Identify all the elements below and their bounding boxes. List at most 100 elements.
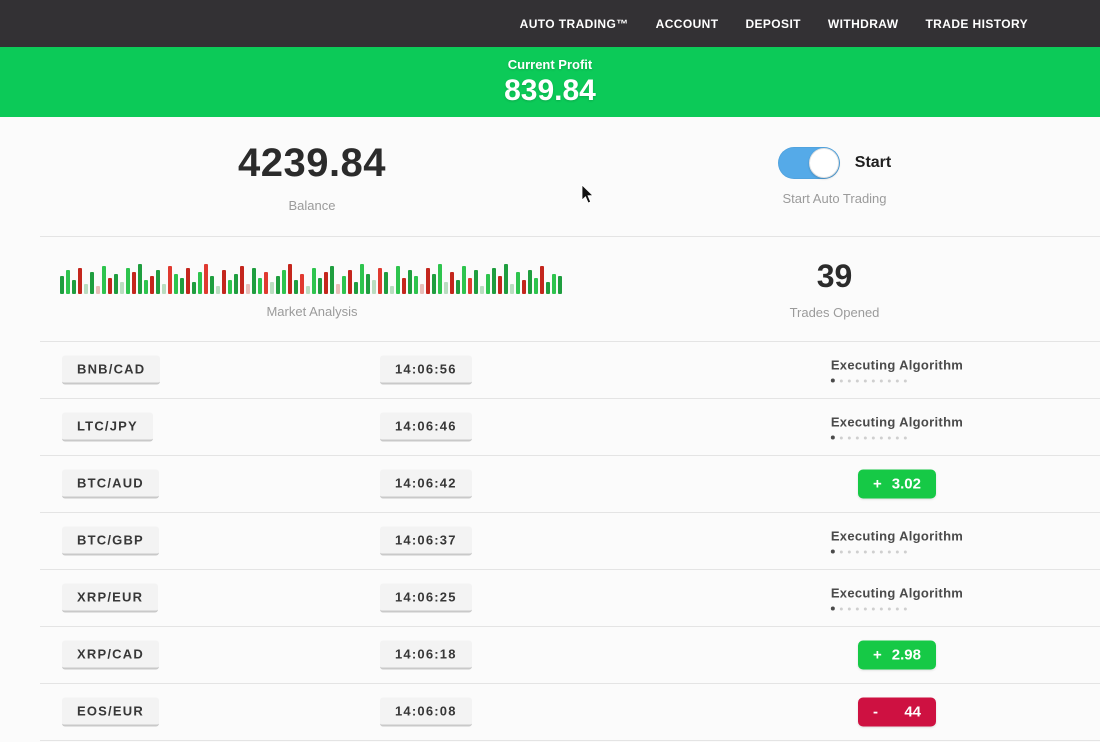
chart-bar <box>312 268 316 294</box>
trades-opened-block: 39 Trades Opened <box>624 237 1045 341</box>
start-auto-trading-toggle[interactable] <box>778 147 840 179</box>
chart-bar <box>78 268 82 294</box>
progress-dot <box>880 607 883 610</box>
chart-bar <box>420 284 424 294</box>
chart-bar <box>126 268 130 294</box>
progress-dot <box>888 436 891 439</box>
nav-trade-history[interactable]: TRADE HISTORY <box>925 17 1028 31</box>
chart-bar <box>180 278 184 294</box>
result-sign: - <box>873 704 878 721</box>
table-row: XRP/EUR 14:06:25 Executing Algorithm <box>0 570 1100 626</box>
chart-bar <box>228 280 232 294</box>
chart-bar <box>504 264 508 294</box>
progress-dots <box>831 607 963 611</box>
nav-withdraw[interactable]: WITHDRAW <box>828 17 899 31</box>
chart-bar <box>546 282 550 294</box>
chart-bar <box>294 280 298 294</box>
progress-dot <box>888 607 891 610</box>
nav-auto-trading[interactable]: AUTO TRADING™ <box>520 17 629 31</box>
executing-status: Executing Algorithm <box>831 529 963 554</box>
chart-bar <box>132 272 136 294</box>
chart-bar <box>366 274 370 294</box>
progress-dot <box>872 607 875 610</box>
chart-bar <box>330 266 334 294</box>
result-badge: + 2.98 <box>858 641 936 670</box>
chart-bar <box>174 274 178 294</box>
progress-dot <box>831 436 835 440</box>
result-badge: + 3.02 <box>858 470 936 499</box>
chart-bar <box>372 280 376 294</box>
progress-dot <box>904 436 907 439</box>
trade-status: Executing Algorithm <box>831 358 963 383</box>
progress-dot <box>848 607 851 610</box>
pair-badge: BTC/AUD <box>62 470 159 499</box>
progress-dot <box>904 550 907 553</box>
chart-bar <box>474 270 478 294</box>
chart-bar <box>522 280 526 294</box>
nav-deposit[interactable]: DEPOSIT <box>745 17 800 31</box>
progress-dot <box>840 607 843 610</box>
progress-dot <box>831 607 835 611</box>
progress-dot <box>856 436 859 439</box>
progress-dot <box>840 436 843 439</box>
pair-badge: XRP/CAD <box>62 641 159 670</box>
chart-bar <box>120 282 124 294</box>
trade-status: - 44 <box>858 698 936 727</box>
balance-value: 4239.84 <box>238 141 386 186</box>
progress-dot <box>896 550 899 553</box>
progress-dot <box>888 379 891 382</box>
chart-bar <box>516 272 520 294</box>
result-value: 2.98 <box>892 647 921 664</box>
chart-bar <box>462 266 466 294</box>
progress-dot <box>896 436 899 439</box>
nav-account[interactable]: ACCOUNT <box>656 17 719 31</box>
chart-bar <box>354 282 358 294</box>
chart-bar <box>360 264 364 294</box>
progress-dot <box>831 550 835 554</box>
table-row: LTC/JPY 14:06:46 Executing Algorithm <box>0 399 1100 455</box>
chart-bar <box>204 264 208 294</box>
chart-bar <box>468 278 472 294</box>
time-badge: 14:06:08 <box>380 698 472 727</box>
chart-bar <box>540 266 544 294</box>
progress-dots <box>831 379 963 383</box>
chart-bar <box>342 276 346 294</box>
top-nav: AUTO TRADING™ ACCOUNT DEPOSIT WITHDRAW T… <box>0 0 1100 47</box>
chart-bar <box>300 274 304 294</box>
chart-bar <box>234 274 238 294</box>
stats-row-balance: 4239.84 Balance Start Start Auto Trading <box>0 117 1100 236</box>
pair-badge: BTC/GBP <box>62 527 159 556</box>
progress-dot <box>848 379 851 382</box>
chart-bar <box>336 284 340 294</box>
chart-bar <box>222 270 226 294</box>
progress-dot <box>880 379 883 382</box>
table-row: BNB/CAD 14:06:56 Executing Algorithm <box>0 342 1100 398</box>
trades-list: BNB/CAD 14:06:56 Executing Algorithm LTC… <box>0 341 1100 741</box>
progress-dot <box>864 379 867 382</box>
executing-label: Executing Algorithm <box>831 586 963 601</box>
current-profit-banner: Current Profit 839.84 <box>0 47 1100 117</box>
chart-bar <box>318 278 322 294</box>
chart-bar <box>90 272 94 294</box>
market-analysis-label: Market Analysis <box>266 304 357 319</box>
chart-bar <box>96 286 100 294</box>
progress-dot <box>848 436 851 439</box>
row-divider <box>40 740 1100 741</box>
time-badge: 14:06:42 <box>380 470 472 499</box>
time-badge: 14:06:25 <box>380 584 472 613</box>
chart-bar <box>84 284 88 294</box>
chart-bar <box>60 276 64 294</box>
progress-dot <box>896 607 899 610</box>
chart-bar <box>138 264 142 294</box>
pair-badge: LTC/JPY <box>62 413 153 442</box>
balance-label: Balance <box>289 198 336 213</box>
executing-label: Executing Algorithm <box>831 358 963 373</box>
executing-status: Executing Algorithm <box>831 586 963 611</box>
balance-block: 4239.84 Balance <box>0 117 624 236</box>
chart-bar <box>150 276 154 294</box>
stats-row-market: Market Analysis 39 Trades Opened <box>0 237 1100 341</box>
market-analysis-chart <box>60 260 564 294</box>
time-badge: 14:06:46 <box>380 413 472 442</box>
chart-bar <box>72 280 76 294</box>
result-sign: + <box>873 647 882 664</box>
